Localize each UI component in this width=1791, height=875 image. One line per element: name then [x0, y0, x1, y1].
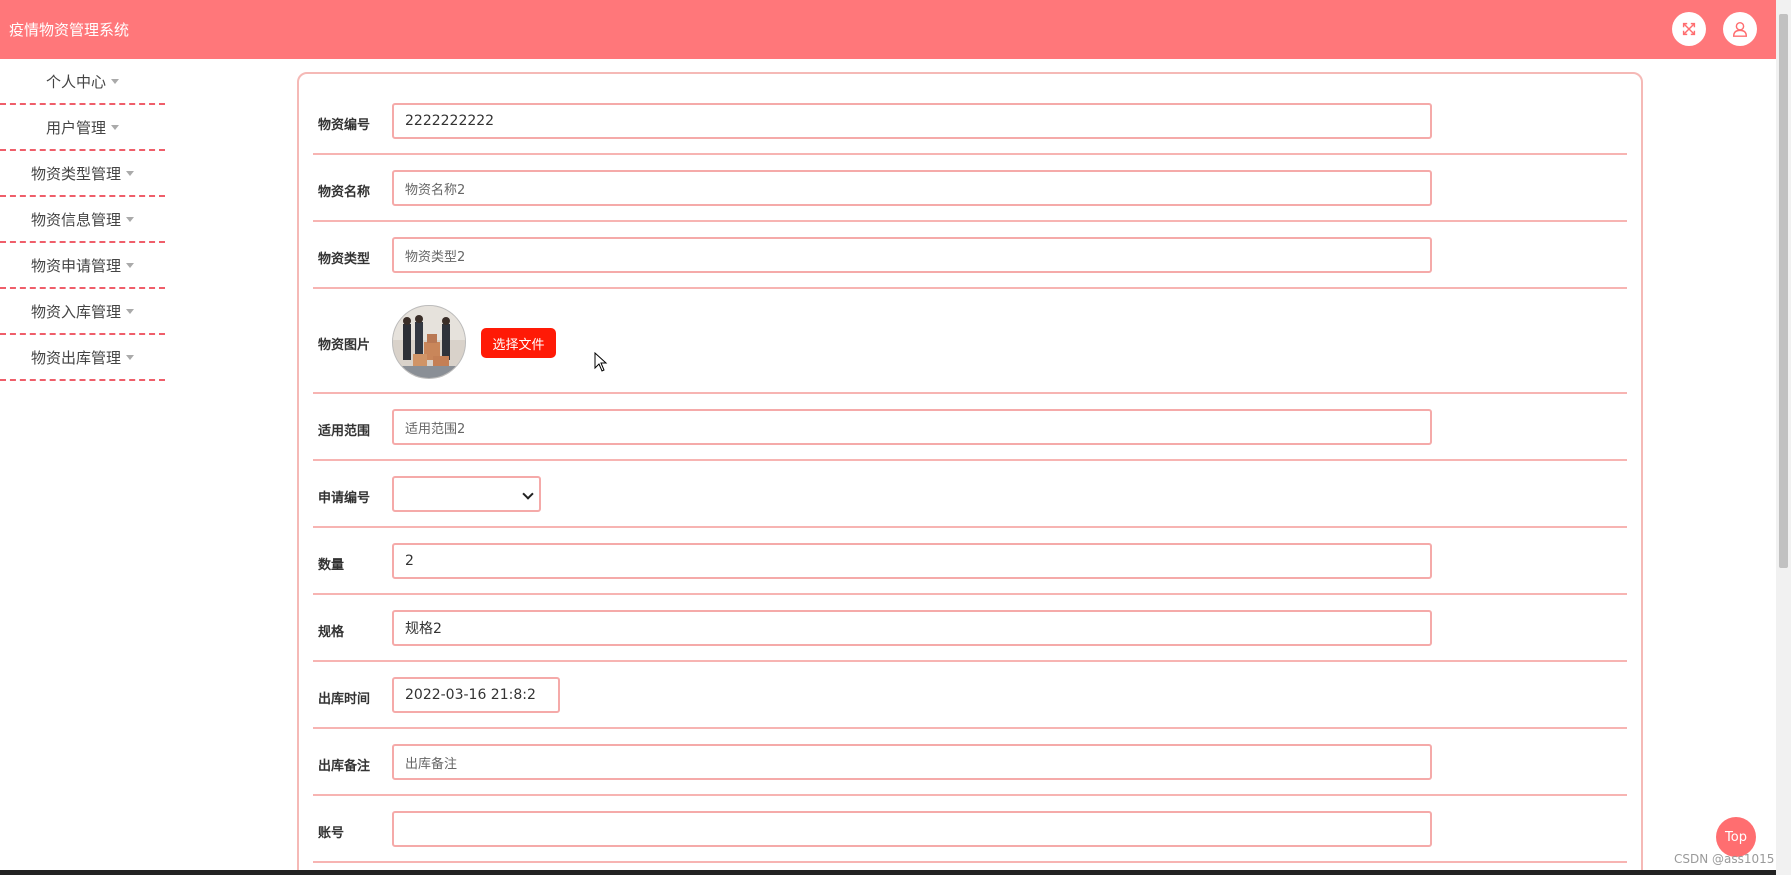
- sidebar-item-label: 用户管理: [45, 118, 106, 137]
- fullscreen-icon: [1682, 22, 1696, 36]
- quantity-input[interactable]: 2: [392, 543, 1432, 579]
- material-type-input[interactable]: 物资类型2: [392, 237, 1432, 273]
- material-image-label: 物资图片: [318, 338, 371, 353]
- form-row-scope: 适用范围 适用范围2: [313, 394, 1627, 461]
- account-label: 账号: [318, 826, 345, 841]
- material-name-label: 物资名称: [318, 185, 371, 200]
- chevron-down-icon: [522, 488, 534, 500]
- choose-file-button[interactable]: 选择文件: [481, 328, 556, 358]
- scrollbar-thumb[interactable]: [1779, 14, 1788, 568]
- material-code-label: 物资编号: [318, 118, 371, 133]
- sidebar-item-user-management[interactable]: 用户管理: [0, 105, 165, 151]
- material-name-input[interactable]: 物资名称2: [392, 170, 1432, 206]
- material-type-label: 物资类型: [318, 252, 371, 267]
- watermark: CSDN @ass1015: [1674, 852, 1775, 866]
- material-code-input[interactable]: 2222222222: [392, 103, 1432, 139]
- form-row-material-code: 物资编号 2222222222: [313, 88, 1627, 155]
- caret-down-icon: [126, 262, 134, 268]
- scope-label: 适用范围: [318, 424, 371, 439]
- sidebar-item-personal-center[interactable]: 个人中心: [0, 59, 165, 105]
- form-row-spec: 规格 规格2: [313, 595, 1627, 662]
- mouse-cursor-icon: [594, 352, 608, 372]
- form-row-material-name: 物资名称 物资名称2: [313, 155, 1627, 222]
- sidebar-item-material-type-management[interactable]: 物资类型管理: [0, 151, 165, 197]
- caret-down-icon: [126, 170, 134, 176]
- outbound-time-label: 出库时间: [318, 692, 371, 707]
- form-row-account: 账号: [313, 796, 1627, 863]
- user-icon: [1732, 21, 1748, 37]
- sidebar-item-material-inbound-management[interactable]: 物资入库管理: [0, 289, 165, 335]
- material-photo-image: [393, 306, 465, 378]
- form-row-quantity: 数量 2: [313, 528, 1627, 595]
- outbound-note-label: 出库备注: [318, 759, 371, 774]
- page-scrollbar[interactable]: [1776, 0, 1791, 875]
- caret-down-icon: [111, 124, 119, 130]
- sidebar-item-material-info-management[interactable]: 物资信息管理: [0, 197, 165, 243]
- form-row-material-image: 物资图片 选择文件: [313, 289, 1627, 394]
- sidebar-item-label: 物资入库管理: [30, 302, 121, 321]
- sidebar-item-label: 个人中心: [45, 72, 106, 91]
- app-title: 疫情物资管理系统: [9, 21, 130, 39]
- material-image-preview: [392, 305, 466, 379]
- sidebar-menu: 个人中心 用户管理 物资类型管理 物资信息管理 物资申请管理 物资入库管理 物资…: [0, 59, 165, 381]
- bottom-edge: [0, 870, 1776, 875]
- caret-down-icon: [111, 78, 119, 84]
- caret-down-icon: [126, 216, 134, 222]
- form-row-outbound-time: 出库时间 2022-03-16 21:8:2: [313, 662, 1627, 729]
- sidebar-item-material-apply-management[interactable]: 物资申请管理: [0, 243, 165, 289]
- back-to-top-button[interactable]: Top: [1716, 817, 1756, 857]
- sidebar-item-label: 物资类型管理: [30, 164, 121, 183]
- form-row-material-type: 物资类型 物资类型2: [313, 222, 1627, 289]
- sidebar-item-material-outbound-management[interactable]: 物资出库管理: [0, 335, 165, 381]
- apply-no-select[interactable]: [392, 476, 541, 512]
- fullscreen-button[interactable]: [1672, 12, 1706, 46]
- user-menu-button[interactable]: [1723, 12, 1757, 46]
- form-row-apply-no: 申请编号: [313, 461, 1627, 528]
- outbound-note-input[interactable]: 出库备注: [392, 744, 1432, 780]
- top-header: 疫情物资管理系统: [0, 0, 1776, 59]
- sidebar-item-label: 物资出库管理: [30, 348, 121, 367]
- apply-no-label: 申请编号: [318, 491, 371, 506]
- form-row-outbound-note: 出库备注 出库备注: [313, 729, 1627, 796]
- sidebar-item-label: 物资申请管理: [30, 256, 121, 275]
- outbound-time-input[interactable]: 2022-03-16 21:8:2: [392, 677, 560, 713]
- account-input[interactable]: [392, 811, 1432, 847]
- spec-label: 规格: [318, 625, 345, 640]
- sidebar-item-label: 物资信息管理: [30, 210, 121, 229]
- outbound-form-panel: 物资编号 2222222222 物资名称 物资名称2 物资类型 物资类型2 物资…: [297, 72, 1643, 875]
- caret-down-icon: [126, 354, 134, 360]
- quantity-label: 数量: [318, 558, 345, 573]
- caret-down-icon: [126, 308, 134, 314]
- scope-input[interactable]: 适用范围2: [392, 409, 1432, 445]
- spec-input[interactable]: 规格2: [392, 610, 1432, 646]
